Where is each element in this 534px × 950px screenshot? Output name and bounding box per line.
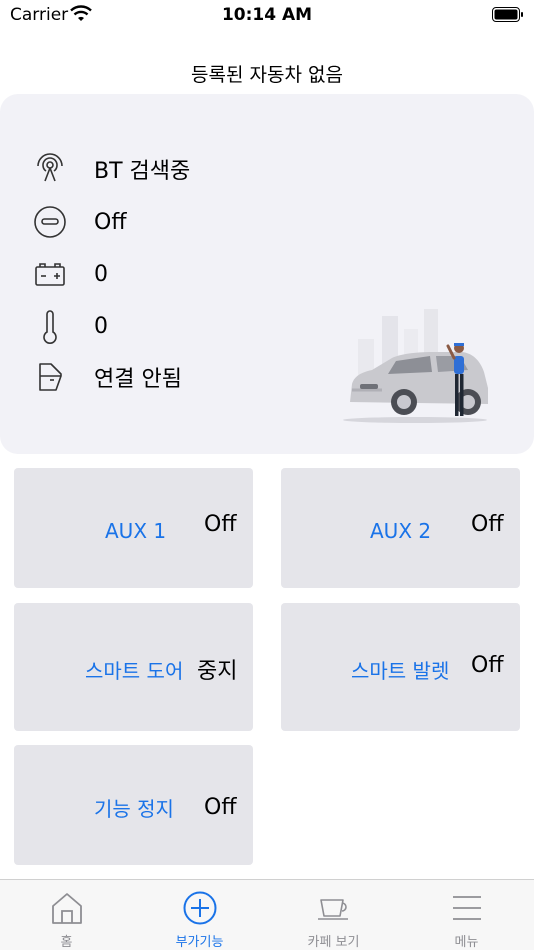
plus-circle-icon [183,891,216,925]
car-illustration [343,309,488,423]
smart-valet-value: Off [471,653,504,678]
battery-status-value: 0 [94,261,108,287]
door-status-row: 연결 안됨 [32,359,182,395]
battery-status-row: 0 [32,256,108,292]
tab-menu[interactable]: 메뉴 [400,880,533,950]
tab-home[interactable]: 홈 [0,880,133,950]
temperature-status-row: 0 [32,308,108,344]
tab-cafe[interactable]: 카페 보기 [267,880,400,950]
aux1-label[interactable]: AUX 1 [105,519,166,543]
aux2-value: Off [471,512,504,537]
clock: 10:14 AM [221,5,313,25]
tab-bar: 홈 부가기능 카페 보기 메뉴 [0,879,534,950]
smart-door-label[interactable]: 스마트 도어 [85,655,183,684]
coffee-cup-icon [317,899,348,920]
car-door-icon [39,363,62,391]
vehicle-status-card: BT 검색중 Off 0 0 연결 안됨 [0,94,534,454]
function-stop-label[interactable]: 기능 정지 [94,793,174,822]
tab-home-label: 홈 [60,935,73,950]
page-title: 등록된 자동차 없음 [191,64,343,86]
home-icon [51,893,82,924]
thermometer-icon [43,310,57,344]
function-stop-value: Off [204,795,237,820]
engine-status-icon [34,206,66,238]
bluetooth-signal-icon [37,153,63,182]
aux2-tile[interactable]: AUX 2 Off [281,468,520,588]
car-battery-icon [35,263,65,286]
tab-extra-features-label: 부가기능 [175,935,224,950]
tab-cafe-label: 카페 보기 [307,935,360,950]
smart-door-tile[interactable]: 스마트 도어 중지 [14,603,253,731]
engine-status-row: Off [32,204,126,240]
aux2-label[interactable]: AUX 2 [370,519,431,543]
tab-menu-label: 메뉴 [454,935,479,950]
engine-status-value: Off [94,209,127,235]
function-stop-tile[interactable]: 기능 정지 Off [14,745,253,865]
temperature-status-value: 0 [94,313,108,339]
smart-valet-tile[interactable]: 스마트 발렛 Off [281,603,520,731]
status-bar: Carrier 10:14 AM [0,0,534,30]
bt-status-row: BT 검색중 [32,151,190,187]
aux1-value: Off [204,512,237,537]
smart-valet-label[interactable]: 스마트 발렛 [351,655,449,684]
smart-door-value: 중지 [197,659,238,684]
tab-extra-features[interactable]: 부가기능 [133,880,266,950]
aux1-tile[interactable]: AUX 1 Off [14,468,253,588]
battery-icon [492,7,523,22]
bt-status-value: BT 검색중 [94,159,191,184]
door-status-value: 연결 안됨 [94,367,182,392]
hamburger-menu-icon [452,896,481,920]
